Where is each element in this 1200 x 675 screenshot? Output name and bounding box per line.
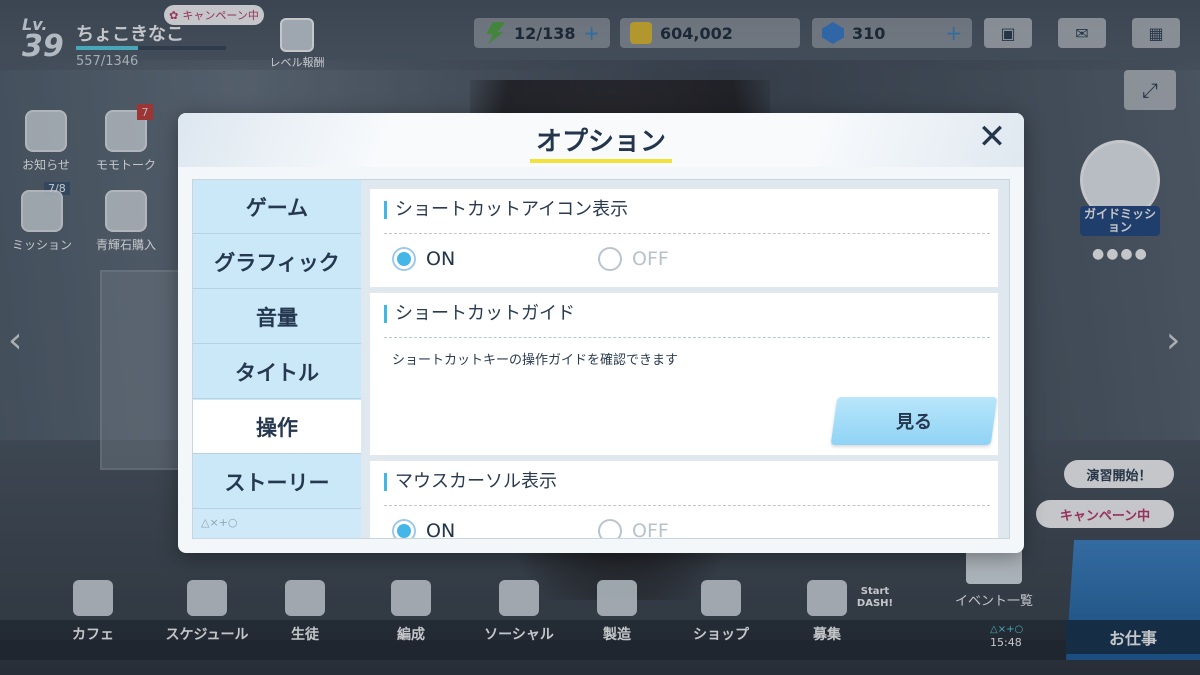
- options-dialog: オプション ✕ ゲーム グラフィック 音量 タイトル 操作 ストーリー △×+○…: [178, 113, 1024, 553]
- tab-graphics[interactable]: グラフィック: [193, 235, 361, 289]
- shortcut-guide-title: ショートカットガイド: [384, 305, 575, 323]
- view-guide-button[interactable]: 見る: [830, 397, 998, 445]
- tab-story[interactable]: ストーリー: [193, 455, 361, 509]
- tab-volume[interactable]: 音量: [193, 290, 361, 344]
- tab-controls[interactable]: 操作: [193, 400, 361, 454]
- view-guide-label: 見る: [896, 412, 932, 433]
- shortcut-guide-section: ショートカットガイド ショートカットキーの操作ガイドを確認できます 見る: [369, 292, 999, 456]
- shortcut-icon-on-option[interactable]: ON: [392, 247, 455, 271]
- mouse-cursor-on-label: ON: [426, 520, 456, 538]
- mouse-cursor-off-label: OFF: [632, 520, 669, 538]
- mouse-cursor-on-option[interactable]: ON: [392, 519, 455, 538]
- section-divider: [384, 233, 990, 234]
- shortcut-icon-on-label: ON: [426, 248, 456, 270]
- mouse-cursor-off-option[interactable]: OFF: [598, 519, 669, 538]
- tab-controller-symbols: △×+○: [201, 516, 238, 529]
- close-button[interactable]: ✕: [974, 119, 1010, 155]
- section-divider: [384, 505, 990, 506]
- options-content: ショートカットアイコン表示 ON OFF ショートカットガイド ショートカットキ…: [365, 180, 1009, 538]
- shortcut-icon-off-label: OFF: [632, 248, 669, 270]
- radio-unselected-icon[interactable]: [598, 247, 622, 271]
- shortcut-icon-title: ショートカットアイコン表示: [384, 201, 628, 219]
- tab-title[interactable]: タイトル: [193, 345, 361, 399]
- mouse-cursor-section: マウスカーソル表示 ON OFF: [369, 460, 999, 538]
- options-tabs: ゲーム グラフィック 音量 タイトル 操作 ストーリー △×+○: [193, 180, 361, 538]
- tab-game[interactable]: ゲーム: [193, 180, 361, 234]
- shortcut-icon-section: ショートカットアイコン表示 ON OFF: [369, 188, 999, 288]
- title-underline: [530, 159, 672, 163]
- radio-selected-icon[interactable]: [392, 247, 416, 271]
- shortcut-guide-description: ショートカットキーの操作ガイドを確認できます: [392, 353, 679, 368]
- section-divider: [384, 337, 990, 338]
- dialog-body: ゲーム グラフィック 音量 タイトル 操作 ストーリー △×+○ ショートカット…: [192, 179, 1010, 539]
- mouse-cursor-title: マウスカーソル表示: [384, 473, 557, 491]
- radio-selected-icon[interactable]: [392, 519, 416, 538]
- shortcut-icon-off-option[interactable]: OFF: [598, 247, 669, 271]
- dialog-title: オプション: [535, 127, 666, 157]
- radio-unselected-icon[interactable]: [598, 519, 622, 538]
